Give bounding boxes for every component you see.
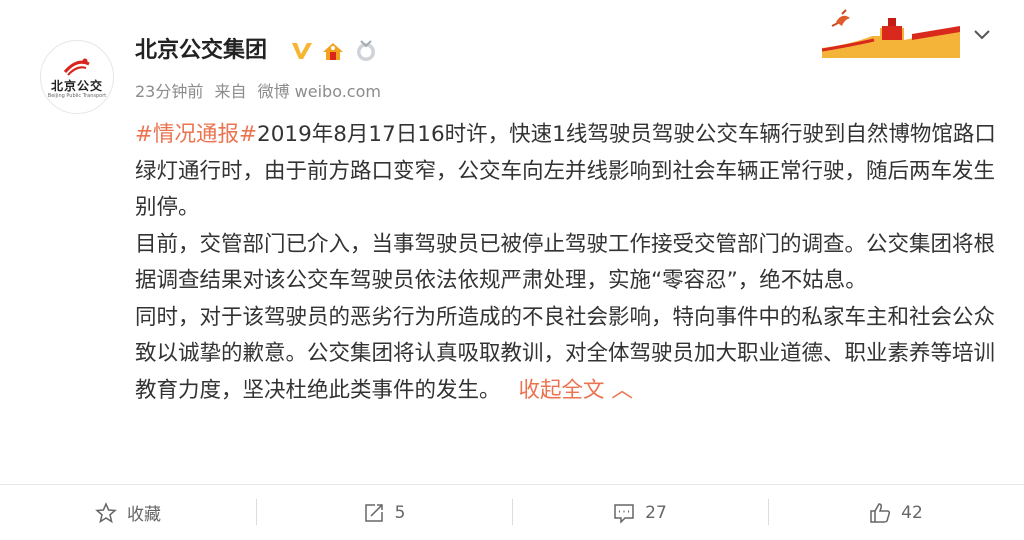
- star-icon: [95, 501, 117, 523]
- post-source[interactable]: 微博 weibo.com: [258, 82, 381, 101]
- like-count: 42: [901, 502, 923, 523]
- post-paragraph: 目前，交管部门已介入，当事驾驶员已被停止驾驶工作接受交管部门的调查。公交集团将根…: [135, 231, 996, 294]
- logo-icon: [63, 58, 90, 76]
- great-wall-decoration: [822, 9, 960, 58]
- member-badge-icon[interactable]: [320, 40, 346, 62]
- post-from: 来自: [214, 82, 247, 101]
- favorite-button[interactable]: 收藏: [0, 485, 256, 540]
- post-paragraph: 同时，对于该驾驶员的恶劣行为所造成的不良社会影响，特向事件中的私家车主和社会公众…: [135, 300, 1005, 410]
- chevron-down-icon[interactable]: [972, 28, 992, 42]
- like-icon: [870, 502, 891, 523]
- comment-button[interactable]: 27: [512, 485, 768, 540]
- verified-icon: [292, 43, 312, 59]
- comment-icon: [614, 503, 634, 524]
- avatar-brand-sub: Beijing Public Transport: [47, 92, 107, 99]
- medal-icon[interactable]: [354, 39, 378, 63]
- weibo-post: 北京公交 Beijing Public Transport 北京公交集团 23分…: [0, 0, 1024, 539]
- repost-icon: [364, 503, 383, 522]
- repost-button[interactable]: 5: [256, 485, 512, 540]
- favorite-label: 收藏: [127, 505, 161, 525]
- author-name[interactable]: 北京公交集团: [135, 36, 267, 66]
- avatar[interactable]: 北京公交 Beijing Public Transport: [40, 40, 114, 114]
- like-button[interactable]: 42: [768, 485, 1024, 540]
- collapse-link[interactable]: 收起全文 ︿: [519, 378, 633, 403]
- avatar-brand: 北京公交: [50, 78, 103, 93]
- comment-count: 27: [645, 502, 667, 523]
- repost-count: 5: [394, 502, 406, 523]
- post-meta: 23分钟前 来自 微博 weibo.com: [135, 81, 387, 103]
- post-content: #情况通报#2019年8月17日16时许，快速1线驾驶员驾驶公交车辆行驶到自然博…: [135, 117, 1005, 409]
- post-paragraph: #情况通报#2019年8月17日16时许，快速1线驾驶员驾驶公交车辆行驶到自然博…: [135, 117, 1005, 227]
- action-bar: 收藏 5 27 42: [0, 484, 1024, 540]
- paragraph-text: 2019年8月17日16时许，快速1线驾驶员驾驶公交车辆行驶到自然博物馆路口绿灯…: [135, 122, 996, 220]
- topic-link[interactable]: #情况通报#: [135, 122, 257, 147]
- post-time[interactable]: 23分钟前: [135, 82, 203, 101]
